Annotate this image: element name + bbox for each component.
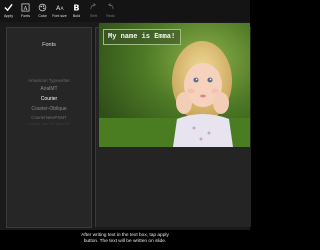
hint-text: After writing text in the text box, tap … [0, 230, 250, 250]
fonts-button[interactable]: A Fonts [17, 0, 34, 22]
font-item-courier[interactable]: Courier [7, 94, 91, 104]
svg-text:A: A [23, 6, 28, 12]
apply-label: Apply [4, 14, 13, 18]
font-size-icon: AA [55, 1, 65, 14]
font-item-american-typewriter[interactable]: American Typewriter [7, 77, 91, 84]
redo-icon [106, 1, 115, 14]
fonts-icon: A [21, 1, 30, 14]
font-item-arialmt[interactable]: ArialMT [7, 84, 91, 94]
fonts-panel: Fonts American Typewriter ArialMT Courie… [6, 27, 92, 228]
color-button[interactable]: Color [34, 0, 51, 22]
font-list[interactable]: American Typewriter ArialMT Courier Cour… [7, 77, 91, 127]
bold-label: Bold [72, 14, 81, 18]
bold-icon: B [72, 1, 81, 14]
hint-line-2: button. The text will be written on slid… [83, 239, 167, 244]
fonts-label: Fonts [21, 14, 30, 18]
redo-label: Redo [106, 14, 115, 18]
bold-button[interactable]: B Bold [68, 0, 85, 22]
shift-label: Shift [89, 14, 98, 18]
check-icon [4, 1, 13, 14]
font-size-button[interactable]: AA Font size [51, 0, 68, 22]
font-size-label: Font size [52, 14, 67, 18]
shift-icon [89, 1, 98, 14]
redo-button[interactable]: Redo [102, 0, 119, 22]
text-box-input[interactable]: My name is Emma! [103, 29, 181, 45]
svg-text:A: A [60, 6, 64, 12]
svg-text:B: B [73, 3, 79, 12]
fonts-panel-title: Fonts [42, 42, 56, 48]
color-icon [38, 1, 47, 14]
font-item-couriernewpsmt[interactable]: CourierNewPSMT [7, 114, 91, 121]
shift-button[interactable]: Shift [85, 0, 102, 22]
apply-button[interactable]: Apply [0, 0, 17, 22]
font-item-courier-oblique[interactable]: Courier-Oblique [7, 104, 91, 114]
toolbar: Apply A Fonts Color AA Font size B Bold … [0, 0, 250, 22]
font-item-courier-new-italic[interactable]: Courier New PS Italic MT [7, 121, 91, 127]
color-label: Color [38, 14, 47, 18]
